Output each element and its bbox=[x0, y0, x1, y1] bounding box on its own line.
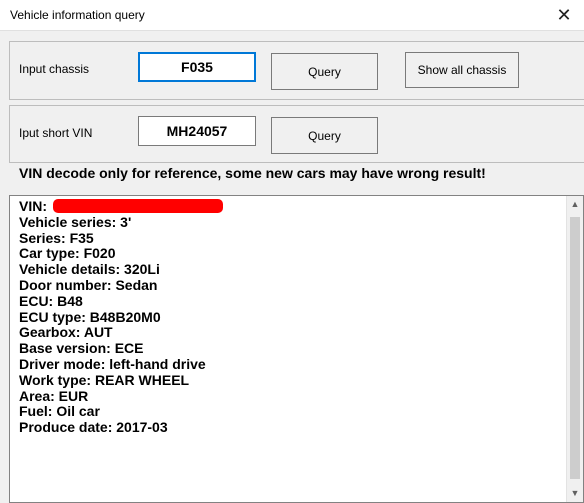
result-line: Car type: F020 bbox=[19, 245, 116, 262]
show-all-chassis-label: Show all chassis bbox=[417, 63, 507, 77]
vin-query-button[interactable]: Query bbox=[271, 117, 378, 154]
decode-notice: VIN decode only for reference, some new … bbox=[19, 165, 486, 181]
window-title: Vehicle information query bbox=[10, 8, 145, 22]
chassis-group: Input chassis Query Show all chassis bbox=[9, 41, 584, 100]
short-vin-input[interactable] bbox=[138, 116, 256, 146]
result-line: Fuel: Oil car bbox=[19, 403, 100, 420]
vin-query-label: Query bbox=[308, 128, 341, 143]
result-line: Gearbox: AUT bbox=[19, 324, 113, 341]
result-textarea[interactable]: VIN: Vehicle series: 3' Series: F35 Car … bbox=[9, 195, 584, 503]
result-line: ECU: B48 bbox=[19, 292, 83, 309]
short-vin-label: Iput short VIN bbox=[19, 126, 93, 140]
chassis-label: Input chassis bbox=[19, 62, 90, 76]
result-line: Driver mode: left-hand drive bbox=[19, 355, 206, 372]
chassis-query-button[interactable]: Query bbox=[271, 53, 378, 90]
result-line: Produce date: 2017-03 bbox=[19, 419, 168, 436]
show-all-chassis-button[interactable]: Show all chassis bbox=[405, 52, 519, 88]
vertical-scrollbar[interactable]: ▲ ▼ bbox=[566, 196, 583, 502]
result-line: Vehicle series: 3' bbox=[19, 213, 132, 230]
chassis-input[interactable] bbox=[138, 52, 256, 82]
result-line: Door number: Sedan bbox=[19, 276, 158, 293]
result-line: Base version: ECE bbox=[19, 340, 144, 357]
scroll-up-icon[interactable]: ▲ bbox=[567, 196, 583, 213]
title-bar: Vehicle information query ✕ bbox=[0, 0, 584, 31]
chassis-query-label: Query bbox=[308, 64, 341, 79]
scroll-thumb[interactable] bbox=[570, 217, 580, 479]
vin-line: VIN: bbox=[19, 198, 223, 215]
short-vin-group: Iput short VIN Query bbox=[9, 105, 584, 163]
vin-line-label: VIN: bbox=[19, 198, 47, 214]
result-line: Work type: REAR WHEEL bbox=[19, 371, 190, 388]
result-line: ECU type: B48B20M0 bbox=[19, 308, 161, 325]
vehicle-info-dialog: Vehicle information query ✕ Input chassi… bbox=[0, 0, 584, 503]
result-line: Area: EUR bbox=[19, 387, 89, 404]
result-lines: VIN: Vehicle series: 3' Series: F35 Car … bbox=[19, 198, 223, 436]
close-icon[interactable]: ✕ bbox=[544, 0, 584, 30]
result-line: Vehicle details: 320Li bbox=[19, 261, 160, 278]
vin-redaction bbox=[53, 199, 223, 213]
result-line: Series: F35 bbox=[19, 229, 94, 246]
scroll-down-icon[interactable]: ▼ bbox=[567, 485, 583, 502]
